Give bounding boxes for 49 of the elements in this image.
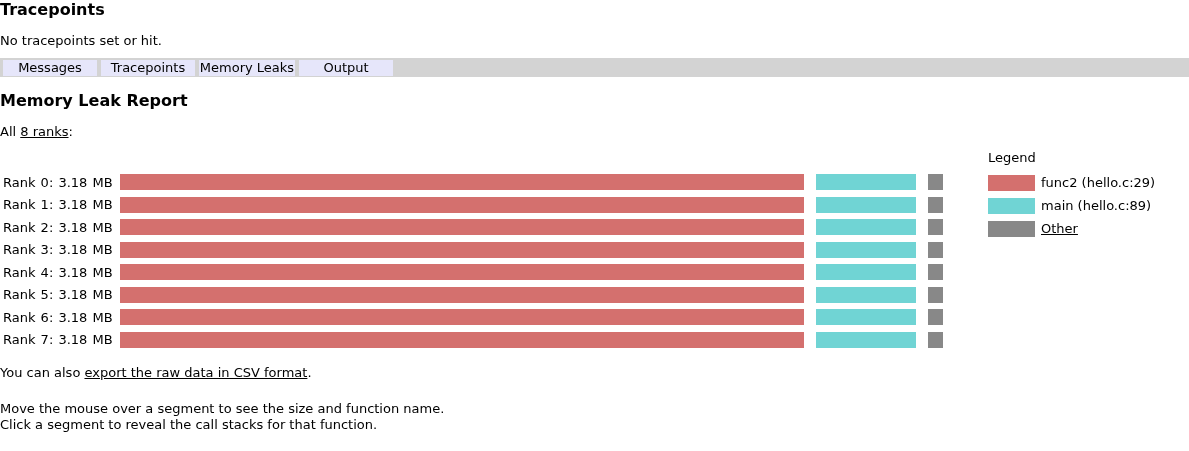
export-link[interactable]: export the raw data in CSV format: [84, 365, 308, 380]
legend-link[interactable]: Other: [1041, 221, 1078, 236]
bar-segment[interactable]: [816, 331, 916, 348]
bar-segment[interactable]: [816, 264, 916, 281]
bar-segment[interactable]: [120, 241, 804, 258]
status-text: No tracepoints set or hit.: [0, 33, 163, 49]
rank-label: Rank 5: 3.18 MB: [2, 287, 114, 303]
hint-text: Move the mouse over a segment to see the size and function name.: [0, 401, 446, 417]
rank-label: Rank 6: 3.18 MB: [2, 309, 114, 325]
rank-label: Rank 7: 3.18 MB: [2, 332, 114, 348]
rank-label: Rank 0: 3.18 MB: [2, 174, 114, 190]
legend-label: main (hello.c:89): [1041, 198, 1152, 213]
rank-label: Rank 3: 3.18 MB: [2, 242, 114, 258]
bar-segment[interactable]: [816, 309, 916, 326]
bar-segment[interactable]: [928, 174, 943, 191]
tab[interactable]: Memory Leaks: [199, 59, 295, 76]
tab[interactable]: Tracepoints: [101, 59, 195, 76]
section-heading: Tracepoints: [0, 0, 106, 19]
bar-segment[interactable]: [928, 196, 943, 213]
legend-label: func2 (hello.c:29): [1041, 175, 1156, 190]
bar-segment[interactable]: [120, 196, 804, 213]
export-text: You can also export the raw data in CSV format.: [0, 365, 313, 381]
bar-segment[interactable]: [928, 309, 943, 326]
hint-text: Click a segment to reveal the call stacks for that function.: [0, 417, 379, 433]
bar-segment[interactable]: [816, 286, 916, 303]
bar-segment[interactable]: [928, 241, 943, 258]
bar-segment[interactable]: [816, 174, 916, 191]
bar-segment[interactable]: [120, 331, 804, 348]
ranks-link[interactable]: 8 ranks: [20, 124, 69, 139]
report-heading: Memory Leak Report: [0, 91, 189, 110]
bar-segment[interactable]: [120, 264, 804, 281]
tab[interactable]: Messages: [3, 59, 97, 76]
bar-segment[interactable]: [928, 219, 943, 236]
bar-segment[interactable]: [928, 331, 943, 348]
bar-segment[interactable]: [816, 196, 916, 213]
legend-title: Legend: [988, 150, 1037, 166]
bar-segment[interactable]: [928, 286, 943, 303]
tab[interactable]: Output: [299, 59, 393, 76]
bar-segment[interactable]: [816, 219, 916, 236]
bar-segment[interactable]: [120, 309, 804, 326]
bar-segment[interactable]: [120, 286, 804, 303]
rank-label: Rank 4: 3.18 MB: [2, 264, 114, 280]
summary-text: All 8 ranks:: [0, 124, 74, 140]
rank-label: Rank 1: 3.18 MB: [2, 197, 114, 213]
bar-segment[interactable]: [816, 241, 916, 258]
rank-label: Rank 2: 3.18 MB: [2, 219, 114, 235]
bar-segment[interactable]: [120, 219, 804, 236]
bar-segment[interactable]: [120, 174, 804, 191]
bar-segment[interactable]: [928, 264, 943, 281]
